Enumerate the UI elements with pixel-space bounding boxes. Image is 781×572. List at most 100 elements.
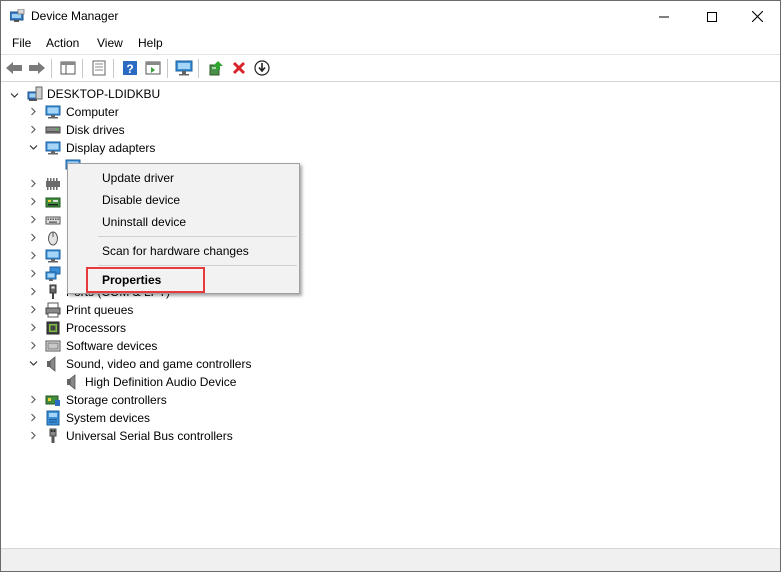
software-device-icon [45,340,61,352]
install-driver-button[interactable] [252,58,272,78]
toolbar-separator [51,59,52,78]
properties-icon [92,60,106,76]
title-bar[interactable]: Device Manager [1,1,780,32]
monitor-icon [45,249,61,263]
tree-item-label: Disk drives [66,123,125,137]
properties-highlight-box [86,267,205,293]
tree-item-label: Sound, video and game controllers [66,357,252,371]
processor-icon [46,321,60,335]
menu-view[interactable]: View [97,36,123,50]
context-disable-device[interactable]: Disable device [102,193,180,207]
action-pane-icon [145,61,161,75]
chevron-right-icon[interactable] [29,341,38,350]
tree-category-item[interactable]: Sound, video and game controllers [1,355,780,373]
chevron-right-icon[interactable] [29,413,38,422]
tree-category-item[interactable]: System devices [1,409,780,427]
properties-button[interactable] [89,58,109,78]
device-manager-window: Device Manager File Action View Help ? D… [0,0,781,572]
window-title: Device Manager [31,9,119,23]
toolbar: ? [1,54,780,82]
display-adapter-icon [45,141,61,155]
tree-item-label: Storage controllers [66,393,167,407]
show-hide-console-tree-button[interactable] [58,58,78,78]
tree-item-label: Universal Serial Bus controllers [66,429,233,443]
toolbar-separator [82,59,83,78]
scan-hardware-button[interactable] [174,58,194,78]
back-button[interactable] [4,58,24,78]
tree-category-item[interactable]: Computer [1,103,780,121]
chevron-down-icon[interactable] [29,359,38,368]
tree-category-item[interactable]: Display adapters [1,139,780,157]
menu-action[interactable]: Action [46,36,79,50]
speaker-icon [67,374,76,390]
action-pane-button[interactable] [143,58,163,78]
uninstall-x-icon [232,61,246,75]
tree-item-label: Computer [66,105,119,119]
tree-item-label: Software devices [66,339,158,353]
download-circle-icon [254,60,270,76]
chevron-right-icon[interactable] [29,395,38,404]
context-uninstall-device[interactable]: Uninstall device [102,215,186,229]
context-scan-hardware[interactable]: Scan for hardware changes [102,244,249,258]
update-driver-button[interactable] [206,58,226,78]
network-adapter-icon [45,266,61,281]
tree-item-label: Display adapters [66,141,156,155]
minimize-icon [659,16,669,17]
system-device-icon [46,410,60,426]
minimize-button[interactable] [641,1,687,32]
help-icon: ? [123,61,137,76]
forward-button[interactable] [27,58,47,78]
firmware-icon [46,178,60,190]
speaker-icon [47,356,56,372]
maximize-button[interactable] [689,1,735,32]
chevron-right-icon[interactable] [29,233,38,242]
monitor-scan-icon [175,60,193,76]
computer-root-icon [27,86,43,101]
tree-item-label: Processors [66,321,127,335]
device-manager-app-icon [9,8,25,23]
toolbar-separator [113,59,114,78]
close-button[interactable] [734,1,780,32]
back-arrow-icon [6,62,22,74]
menu-help[interactable]: Help [138,36,163,50]
tree-child-item[interactable]: High Definition Audio Device [1,373,780,391]
tree-category-item[interactable]: Print queues [1,301,780,319]
keyboard-icon [45,216,61,225]
menu-file[interactable]: File [12,36,31,50]
uninstall-device-button[interactable] [229,58,249,78]
chevron-right-icon[interactable] [29,305,38,314]
update-driver-icon [209,61,223,76]
chevron-right-icon[interactable] [29,251,38,260]
chevron-right-icon[interactable] [29,215,38,224]
mouse-icon [48,231,58,246]
maximize-icon [707,11,717,22]
tree-category-item[interactable]: Universal Serial Bus controllers [1,427,780,445]
tree-root-label: DESKTOP-LDIDKBU [47,87,161,101]
chevron-right-icon[interactable] [29,107,38,116]
chevron-right-icon[interactable] [29,125,38,134]
chevron-right-icon[interactable] [29,287,38,296]
tree-category-item[interactable]: Software devices [1,337,780,355]
close-icon [751,11,763,22]
tree-item-label: Print queues [66,303,134,317]
chevron-right-icon[interactable] [29,431,38,440]
context-update-driver[interactable]: Update driver [102,171,174,185]
port-icon [49,284,57,299]
toolbar-separator [167,59,168,78]
tree-category-item[interactable]: Disk drives [1,121,780,139]
storage-controller-icon [45,395,60,406]
chevron-right-icon[interactable] [29,323,38,332]
chevron-down-icon[interactable] [29,143,38,152]
help-button[interactable]: ? [120,58,140,78]
chevron-down-icon[interactable] [10,91,19,100]
context-separator [98,236,297,237]
tree-category-item[interactable]: Storage controllers [1,391,780,409]
chevron-right-icon[interactable] [29,179,38,188]
disk-drive-icon [45,126,61,134]
tree-item-label: High Definition Audio Device [85,375,237,389]
chevron-right-icon[interactable] [29,197,38,206]
chevron-right-icon[interactable] [29,269,38,278]
forward-arrow-icon [29,62,45,74]
context-separator [98,265,297,266]
tree-category-item[interactable]: Processors [1,319,780,337]
